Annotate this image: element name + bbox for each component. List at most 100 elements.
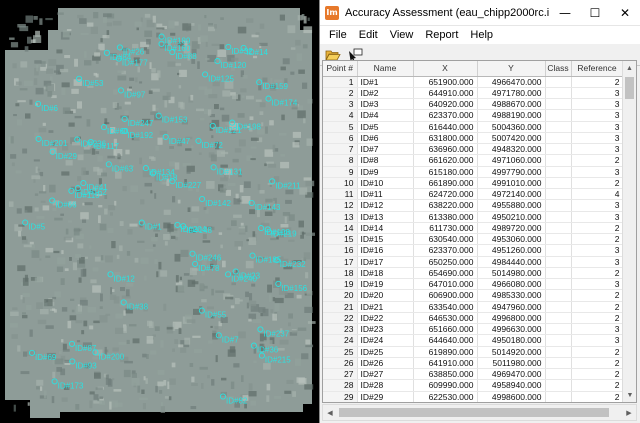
column-header-x[interactable]: X [413,61,478,77]
cell-x[interactable]: 638850.000 [413,368,478,381]
table-row[interactable]: 1 ID#1 651900.000 4966470.000 2 [323,76,624,88]
cell-point-number[interactable]: 25 [323,346,358,358]
cell-class[interactable] [545,312,572,325]
cell-reference[interactable]: 3 [571,132,624,145]
cell-name[interactable]: ID#23 [357,323,414,336]
cell-x[interactable]: 631800.000 [413,132,478,145]
maximize-button[interactable]: ☐ [580,0,610,26]
cell-name[interactable]: ID#22 [357,312,414,325]
cell-point-number[interactable]: 20 [323,289,358,302]
cell-reference[interactable]: 2 [571,301,624,313]
cell-reference[interactable]: 3 [571,199,624,212]
cell-y[interactable]: 5004360.000 [477,121,546,133]
cell-y[interactable]: 4966080.000 [477,278,546,291]
cell-class[interactable] [545,357,572,370]
point-marker[interactable]: ID#219 [264,226,297,239]
point-marker[interactable]: ID#192 [121,127,154,140]
table-row[interactable]: 5 ID#5 616440.000 5004360.000 3 [323,121,624,133]
cell-point-number[interactable]: 13 [323,211,358,223]
cell-point-number[interactable]: 9 [323,166,358,178]
cell-y[interactable]: 4958940.000 [477,379,546,392]
cell-y[interactable]: 4971780.000 [477,87,546,100]
menu-view[interactable]: View [384,29,420,41]
cell-point-number[interactable]: 27 [323,368,358,381]
cell-y[interactable]: 4947960.000 [477,301,546,313]
cell-name[interactable]: ID#5 [357,121,414,133]
cell-point-number[interactable]: 23 [323,323,358,336]
table-row[interactable]: 10 ID#10 661890.000 4991010.000 2 [323,177,624,190]
table-row[interactable]: 18 ID#18 654690.000 5014980.000 2 [323,267,624,280]
cell-point-number[interactable]: 2 [323,87,358,100]
cell-class[interactable] [545,109,572,122]
cell-reference[interactable]: 3 [571,211,624,223]
cell-class[interactable] [545,391,572,402]
cell-point-number[interactable]: 6 [323,132,358,145]
table-row[interactable]: 19 ID#19 647010.000 4966080.000 3 [323,278,624,291]
cell-point-number[interactable]: 8 [323,154,358,167]
cell-y[interactable]: 5011980.000 [477,357,546,370]
cell-x[interactable]: 638220.000 [413,199,478,212]
cell-class[interactable] [545,199,572,212]
cell-name[interactable]: ID#16 [357,244,414,257]
cell-reference[interactable]: 3 [571,334,624,347]
menu-edit[interactable]: Edit [353,29,384,41]
cell-class[interactable] [545,256,572,268]
satellite-image-canvas[interactable]: ID#162ID#189ID#78ID#143ID#247ID#236ID#18… [0,0,320,423]
cell-name[interactable]: ID#27 [357,368,414,381]
cell-point-number[interactable]: 11 [323,188,358,201]
cell-y[interactable]: 4985330.000 [477,289,546,302]
column-header-class[interactable]: Class [545,61,572,77]
cell-y[interactable]: 4988190.000 [477,109,546,122]
cell-reference[interactable]: 2 [571,76,624,88]
cell-x[interactable]: 661890.000 [413,177,478,190]
cell-point-number[interactable]: 14 [323,222,358,235]
cell-class[interactable] [545,143,572,156]
point-marker[interactable]: ID#110 [68,187,100,200]
cell-reference[interactable]: 4 [571,188,624,201]
point-marker[interactable]: ID#227 [169,178,202,191]
cell-point-number[interactable]: 10 [323,177,358,190]
cell-reference[interactable]: 3 [571,278,624,291]
point-marker[interactable]: ID#153 [155,112,188,125]
column-header-reference[interactable]: Reference [571,61,624,77]
cell-reference[interactable]: 2 [571,289,624,302]
menu-report[interactable]: Report [419,29,464,41]
horizontal-scrollbar[interactable]: ◀ ▶ [322,404,637,421]
cell-reference[interactable]: 3 [571,121,624,133]
cell-name[interactable]: ID#4 [357,109,414,122]
cell-x[interactable]: 622530.000 [413,391,478,402]
cell-x[interactable]: 641910.000 [413,357,478,370]
cell-x[interactable]: 630540.000 [413,233,478,246]
table-row[interactable]: 25 ID#25 619890.000 5014920.000 2 [323,346,624,358]
cell-point-number[interactable]: 5 [323,121,358,133]
cell-x[interactable]: 615180.000 [413,166,478,178]
cell-point-number[interactable]: 21 [323,301,358,313]
point-marker[interactable]: ID#142 [199,195,232,208]
cell-x[interactable]: 644640.000 [413,334,478,347]
cell-x[interactable]: 623370.000 [413,244,478,257]
point-marker[interactable]: ID#200 [92,349,125,362]
cell-point-number[interactable]: 16 [323,244,358,257]
table-row[interactable]: 15 ID#15 630540.000 4953060.000 2 [323,233,624,246]
cell-name[interactable]: ID#19 [357,278,414,291]
cell-y[interactable]: 4984440.000 [477,256,546,268]
cell-class[interactable] [545,211,572,223]
cell-y[interactable]: 4972140.000 [477,188,546,201]
cell-name[interactable]: ID#15 [357,233,414,246]
cell-y[interactable]: 4955880.000 [477,199,546,212]
cell-x[interactable]: 636960.000 [413,143,478,156]
vertical-scroll-thumb[interactable] [625,77,634,99]
cell-y[interactable]: 4991010.000 [477,177,546,190]
menu-file[interactable]: File [323,29,353,41]
cell-x[interactable]: 644910.000 [413,87,478,100]
cell-reference[interactable]: 3 [571,109,624,122]
cell-name[interactable]: ID#20 [357,289,414,302]
table-row[interactable]: 17 ID#17 650250.000 4984440.000 3 [323,256,624,268]
cell-class[interactable] [545,121,572,133]
cell-reference[interactable]: 3 [571,87,624,100]
cell-class[interactable] [545,177,572,190]
cell-x[interactable]: 633540.000 [413,301,478,313]
cell-y[interactable]: 4950210.000 [477,211,546,223]
cell-reference[interactable]: 3 [571,98,624,111]
cell-class[interactable] [545,301,572,313]
